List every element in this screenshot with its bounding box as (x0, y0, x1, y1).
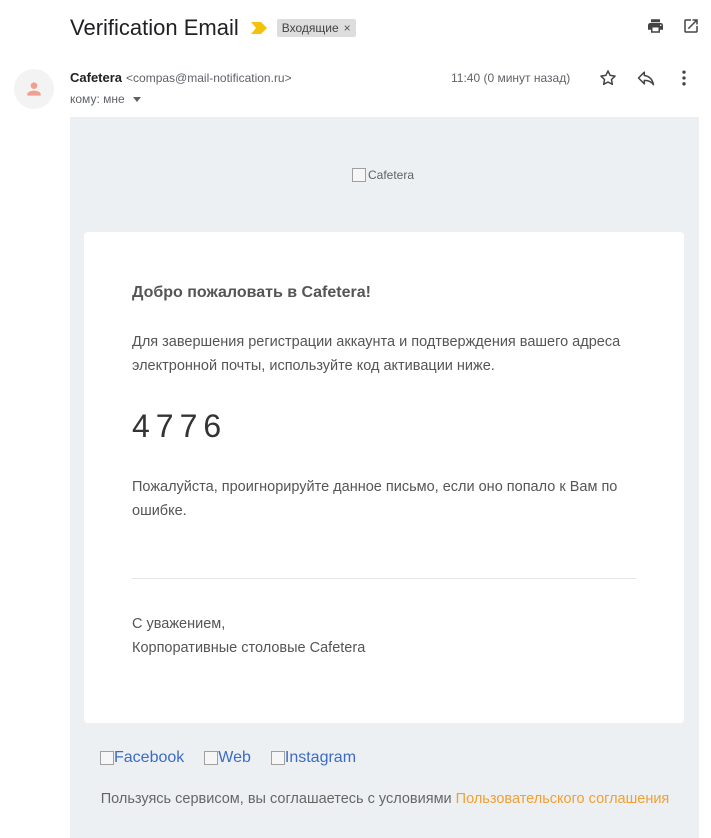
remove-label-icon[interactable]: × (344, 21, 351, 35)
logo-alt-text: Cafetera (368, 168, 415, 182)
sender-avatar[interactable] (14, 69, 54, 109)
web-link-text: Web (218, 749, 251, 766)
signoff-line-1: С уважением, (132, 616, 226, 632)
instagram-link[interactable]: Instagram (270, 749, 357, 767)
broken-image-icon (100, 751, 114, 765)
brand-logo-image: Cafetera (352, 168, 414, 182)
broken-image-icon (270, 751, 285, 765)
intro-text: Для завершения регистрации аккаунта и по… (132, 334, 621, 374)
email-subject: Verification Email (70, 15, 239, 40)
inbox-label: Входящие (281, 21, 339, 35)
broken-image-icon (352, 168, 366, 182)
person-icon (27, 82, 41, 96)
chevron-down-icon (132, 96, 141, 102)
facebook-link[interactable]: Facebook (100, 749, 184, 767)
terms-text: Пользуясь сервисом, вы соглашаетесь с ус… (100, 791, 456, 807)
social-links: Facebook Web Instagram (100, 749, 356, 767)
inbox-label-chip: Входящие × (276, 19, 356, 37)
terms-link[interactable]: Пользовательского соглашения (456, 791, 670, 807)
divider (132, 578, 636, 579)
message-time: 11:40 (0 минут назад) (451, 71, 571, 85)
welcome-title: Добро пожаловать в Cafetera! (132, 284, 371, 301)
sender-email: <compas@mail-notification.ru> (126, 71, 292, 85)
terms-notice: Пользуясь сервисом, вы соглашаетесь с ус… (100, 787, 670, 811)
broken-image-icon (204, 751, 219, 765)
star-icon (600, 70, 616, 86)
instagram-link-text: Instagram (284, 749, 357, 766)
signature: С уважением, Корпоративные столовые Cafe… (132, 612, 632, 660)
print-button[interactable] (645, 16, 665, 36)
top-actions (645, 16, 701, 36)
recipients-toggle[interactable]: кому: мне (70, 92, 141, 106)
importance-marker-icon[interactable] (250, 22, 267, 34)
open-new-window-button[interactable] (681, 16, 701, 36)
web-link[interactable]: Web (204, 749, 251, 767)
facebook-link-text: Facebook (114, 749, 185, 766)
recipients-label: кому: мне (70, 92, 125, 106)
sender-name[interactable]: Cafetera (70, 70, 122, 85)
activation-code: 4776 (132, 408, 228, 444)
subject-row: Verification Email Входящие × (70, 12, 701, 44)
email-body: Cafetera Добро пожаловать в Cafetera! Дл… (70, 117, 699, 838)
reply-icon (637, 71, 655, 86)
star-button[interactable] (598, 68, 618, 88)
reply-button[interactable] (636, 68, 656, 88)
message-card: Добро пожаловать в Cafetera! Для заверше… (84, 232, 684, 723)
sender-row: Cafetera <compas@mail-notification.ru> (70, 70, 292, 85)
open-in-new-icon (684, 19, 698, 33)
more-vertical-icon (682, 70, 686, 86)
print-icon (647, 19, 663, 33)
signoff-line-2: Корпоративные столовые Cafetera (132, 640, 366, 656)
more-options-button[interactable] (674, 68, 694, 88)
ignore-text: Пожалуйста, проигнорируйте данное письмо… (132, 479, 618, 519)
message-actions (598, 68, 694, 88)
